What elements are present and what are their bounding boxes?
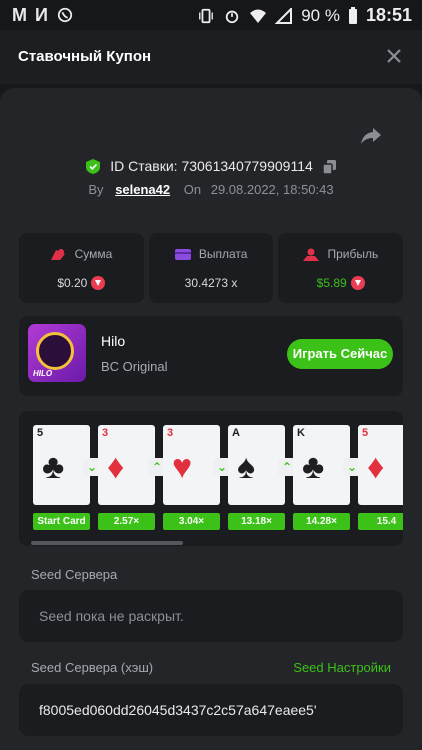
close-button[interactable] (382, 44, 406, 68)
playing-card: 5 ♣ (33, 425, 90, 505)
wallet-icon (174, 249, 191, 260)
modal-header: Ставочный Купон (0, 30, 422, 84)
hilo-logo: HILO (33, 369, 53, 378)
multiplier-badge: 3.04× (163, 513, 220, 530)
server-seed-hash-label: Seed Сервера (хэш) (31, 660, 154, 675)
playing-card: A ♠ (228, 425, 285, 505)
on-label: On (183, 182, 202, 197)
bet-slip-panel: ID Ставки: 73061340779909114 By selena42… (0, 88, 422, 750)
bet-author-row: By selena42 On 29.08.2022, 18:50:43 (0, 182, 422, 197)
stat-profit-value: $5.89 (316, 276, 347, 290)
game-card: HILO Hilo BC Original Играть Сейчас (19, 316, 403, 396)
card-suit-icon: ♦ (367, 448, 385, 486)
bet-date: 29.08.2022, 18:50:43 (210, 182, 334, 197)
viber-icon (57, 7, 73, 23)
playing-card: K ♣ (293, 425, 350, 505)
username-link[interactable]: selena42 (115, 182, 170, 197)
multiplier-badge: 13.18× (228, 513, 285, 530)
battery-level: 90 % (301, 5, 340, 25)
stat-profit-label: Прибыль (327, 247, 379, 261)
coins-icon (51, 249, 66, 260)
bet-stats: Сумма $0.20 Выплата 30.4273 x Прибыль $5… (19, 233, 404, 303)
card-history[interactable]: 5 ♣ Start Card ⌄ 3 ♦ 2.57× ⌃ 3 ♥ 3.04× ⌄ A ♠ 13.18× ⌃ K ♣… (19, 411, 403, 546)
card-rank: K (297, 427, 305, 439)
clock: 18:51 (365, 5, 412, 25)
share-icon[interactable] (360, 126, 382, 146)
bet-id-row: ID Ставки: 73061340779909114 (0, 158, 422, 174)
card-rank: 5 (37, 427, 44, 439)
multiplier-badge: 2.57× (98, 513, 155, 530)
play-now-button[interactable]: Играть Сейчас (287, 339, 393, 369)
copy-icon[interactable] (322, 160, 336, 174)
profit-icon (303, 248, 320, 261)
card-suit-icon: ♦ (107, 448, 125, 486)
playing-card: 3 ♥ (163, 425, 220, 505)
close-icon (387, 49, 401, 63)
signal-icon (275, 7, 293, 24)
server-seed-label: Seed Сервера (31, 567, 118, 582)
by-label: By (88, 182, 104, 197)
card-suit-icon: ♣ (42, 448, 65, 486)
multiplier-badge: 14.28× (293, 513, 350, 530)
vibrate-icon (199, 8, 214, 23)
card-rank: 3 (167, 427, 174, 439)
stat-profit: Прибыль $5.89 (278, 233, 404, 303)
stat-payout-label: Выплата (198, 247, 248, 261)
status-bar: M И 90 % 18:51 (0, 0, 422, 30)
server-seed-hash-field[interactable]: f8005ed060dd26045d3437c2c57a647eaee5' (19, 684, 403, 736)
tron-coin-icon (350, 276, 365, 290)
multiplier-badge: Start Card (33, 513, 90, 530)
alarm-icon (225, 10, 239, 23)
bet-id: ID Ставки: 73061340779909114 (110, 158, 313, 174)
app-icon: И (35, 5, 48, 25)
playing-card: 3 ♦ (98, 425, 155, 505)
wifi-icon (250, 9, 267, 23)
card-suit-icon: ♠ (237, 448, 256, 486)
card-rank: 3 (102, 427, 109, 439)
card-suit-icon: ♣ (302, 448, 325, 486)
gmail-app-icon: M (12, 5, 27, 25)
card-rank: A (232, 427, 240, 439)
stat-payout-value: 30.4273 x (184, 276, 238, 290)
battery-icon (348, 6, 357, 24)
modal-title: Ставочный Купон (18, 48, 152, 65)
horizontal-scrollbar[interactable] (31, 541, 183, 545)
playing-card: 5 ♦ (358, 425, 403, 505)
shield-check-icon (86, 159, 101, 174)
game-thumbnail[interactable]: HILO (28, 324, 86, 382)
game-name: Hilo (101, 333, 126, 349)
stat-amount-label: Сумма (74, 247, 113, 261)
stat-amount-value: $0.20 (57, 276, 88, 290)
card-rank: 5 (362, 427, 369, 439)
server-seed-field: Seed пока не раскрыт. (19, 590, 403, 642)
multiplier-badge: 15.4 (358, 513, 403, 530)
stat-amount: Сумма $0.20 (19, 233, 144, 303)
tron-coin-icon (91, 276, 106, 290)
seed-settings-link[interactable]: Seed Настройки (293, 660, 391, 675)
game-provider: BC Original (101, 359, 168, 374)
card-suit-icon: ♥ (172, 448, 193, 486)
stat-payout: Выплата 30.4273 x (148, 233, 274, 303)
